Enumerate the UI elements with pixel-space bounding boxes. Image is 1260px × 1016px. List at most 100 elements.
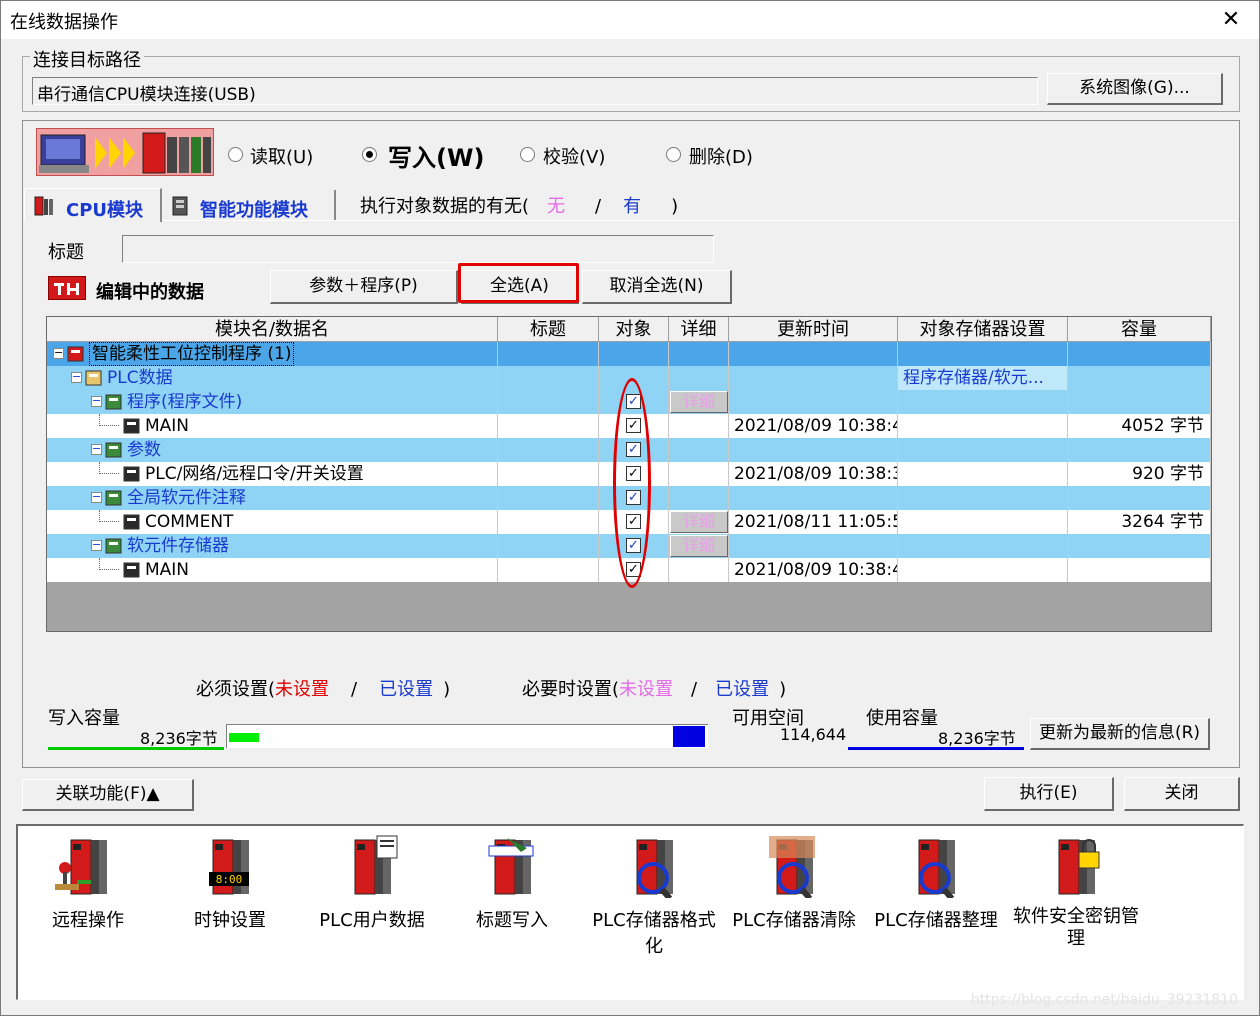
function-item[interactable]: PLC存储器整理 (866, 826, 1006, 976)
security-key-icon (1041, 834, 1111, 898)
col-module-name: 模块名/数据名 (47, 317, 498, 342)
collapse-icon[interactable]: − (53, 347, 64, 359)
function-item[interactable]: 8:00 时钟设置 (160, 826, 300, 976)
tree-line (99, 462, 119, 474)
cell-storage (898, 558, 1068, 582)
function-item[interactable]: PLC用户数据 (302, 826, 442, 976)
cell-title (498, 486, 599, 510)
cell-detail (669, 366, 729, 390)
table-row[interactable]: − 智能柔性工位控制程序 (1) (47, 342, 1211, 366)
collapse-icon[interactable]: − (91, 491, 102, 503)
cell-storage (898, 438, 1068, 462)
row-name: MAIN (145, 560, 190, 580)
function-item[interactable]: 远程操作 (18, 826, 158, 976)
optional-set: 已设置 (715, 679, 770, 700)
detail-button[interactable]: 详细 (670, 511, 728, 533)
col-update-time: 更新时间 (729, 317, 898, 342)
row-name: MAIN (145, 416, 190, 436)
function-item[interactable]: 标题写入 (442, 826, 582, 976)
read-radio-label[interactable]: 读取(U) (250, 143, 313, 169)
deselect-all-button[interactable]: 取消全选(N) (582, 270, 732, 304)
remote-operation-icon (53, 834, 123, 898)
collapse-icon[interactable]: − (91, 395, 102, 407)
exec-prefix: 执行对象数据的有无( (360, 196, 530, 217)
editing-data-label: 编辑中的数据 (96, 282, 204, 303)
title-input[interactable] (122, 235, 714, 263)
plc-user-data-icon (337, 834, 407, 898)
cell-title (498, 510, 599, 534)
col-storage-setting: 对象存储器设置 (898, 317, 1068, 342)
file-icon (123, 465, 141, 483)
detail-button[interactable]: 详细 (670, 391, 728, 413)
cell-size (1068, 486, 1211, 510)
cell-detail: 详细 (669, 510, 729, 534)
function-item[interactable]: 软件安全密钥管理 (1006, 826, 1146, 976)
cell-storage (898, 342, 1068, 366)
cell-detail (669, 486, 729, 510)
capacity-bar-used (229, 733, 259, 742)
write-radio[interactable] (362, 147, 377, 162)
cell-title (498, 558, 599, 582)
cell-detail (669, 558, 729, 582)
cell-time: 2021/08/09 10:38:40 (729, 414, 898, 438)
close-button[interactable]: 关闭 (1124, 777, 1240, 811)
param-program-button[interactable]: 参数＋程序(P) (270, 270, 458, 304)
function-item[interactable]: PLC存储器格式化 (584, 826, 724, 976)
cell-name: − 智能柔性工位控制程序 (1) (47, 342, 498, 366)
collapse-icon[interactable]: − (71, 371, 82, 383)
verify-radio-label[interactable]: 校验(V) (543, 143, 605, 169)
cell-time: 2021/08/09 10:38:40 (729, 558, 898, 582)
collapse-icon[interactable]: − (91, 443, 102, 455)
verify-radio[interactable] (520, 147, 535, 162)
optional-sep: / (691, 679, 698, 700)
function-item[interactable]: PLC存储器清除 (724, 826, 864, 976)
detail-button[interactable]: 详细 (670, 535, 728, 557)
refresh-info-button[interactable]: 更新为最新的信息(R) (1030, 718, 1210, 750)
cell-detail (669, 462, 729, 486)
file-icon (123, 513, 141, 531)
cell-name: COMMENT (47, 510, 498, 534)
exec-sep: / (595, 196, 602, 217)
read-radio[interactable] (228, 147, 243, 162)
data-type-icon (105, 537, 123, 555)
required-set: 已设置 (379, 679, 434, 700)
related-functions-button[interactable]: 关联功能(F)▲ (22, 779, 194, 811)
cell-size (1068, 558, 1211, 582)
delete-radio[interactable] (666, 147, 681, 162)
write-radio-label[interactable]: 写入(W) (388, 138, 484, 173)
tab-cpu-label[interactable]: CPU模块 (66, 196, 143, 222)
function-label: 软件安全密钥管理 (1013, 906, 1139, 949)
tab-intelligent-label[interactable]: 智能功能模块 (200, 196, 308, 222)
col-detail: 详细 (669, 317, 729, 342)
file-icon (123, 561, 141, 579)
col-title: 标题 (498, 317, 599, 342)
cell-size (1068, 534, 1211, 558)
cell-storage (898, 534, 1068, 558)
required-legend: 必须设置(未设置 / 已设置) (196, 675, 450, 701)
function-label: PLC存储器清除 (732, 910, 856, 931)
close-icon[interactable]: ✕ (1208, 1, 1254, 39)
cell-title (498, 462, 599, 486)
collapse-icon[interactable]: − (91, 539, 102, 551)
execute-button[interactable]: 执行(E) (984, 777, 1114, 811)
cell-storage (898, 390, 1068, 414)
cell-name: − 程序(程序文件) (47, 390, 498, 414)
cell-time (729, 342, 898, 366)
cell-title (498, 414, 599, 438)
function-label: PLC存储器整理 (874, 910, 998, 931)
row-name: 参数 (127, 440, 161, 460)
exec-suffix: ) (671, 196, 679, 217)
plc-memory-format-icon (619, 834, 689, 901)
cell-size (1068, 438, 1211, 462)
exec-yes: 有 (623, 196, 642, 217)
cell-name: − 全局软元件注释 (47, 486, 498, 510)
plc-memory-arrange-icon (901, 834, 971, 901)
cell-name: − 软元件存储器 (47, 534, 498, 558)
delete-radio-label[interactable]: 删除(D) (689, 143, 753, 169)
cell-title (498, 342, 599, 366)
system-image-button[interactable]: 系统图像(G)... (1047, 73, 1223, 105)
exec-none: 无 (547, 196, 566, 217)
function-label: 时钟设置 (194, 910, 266, 931)
capacity-bar-end (673, 726, 705, 747)
required-sep: / (351, 679, 358, 700)
